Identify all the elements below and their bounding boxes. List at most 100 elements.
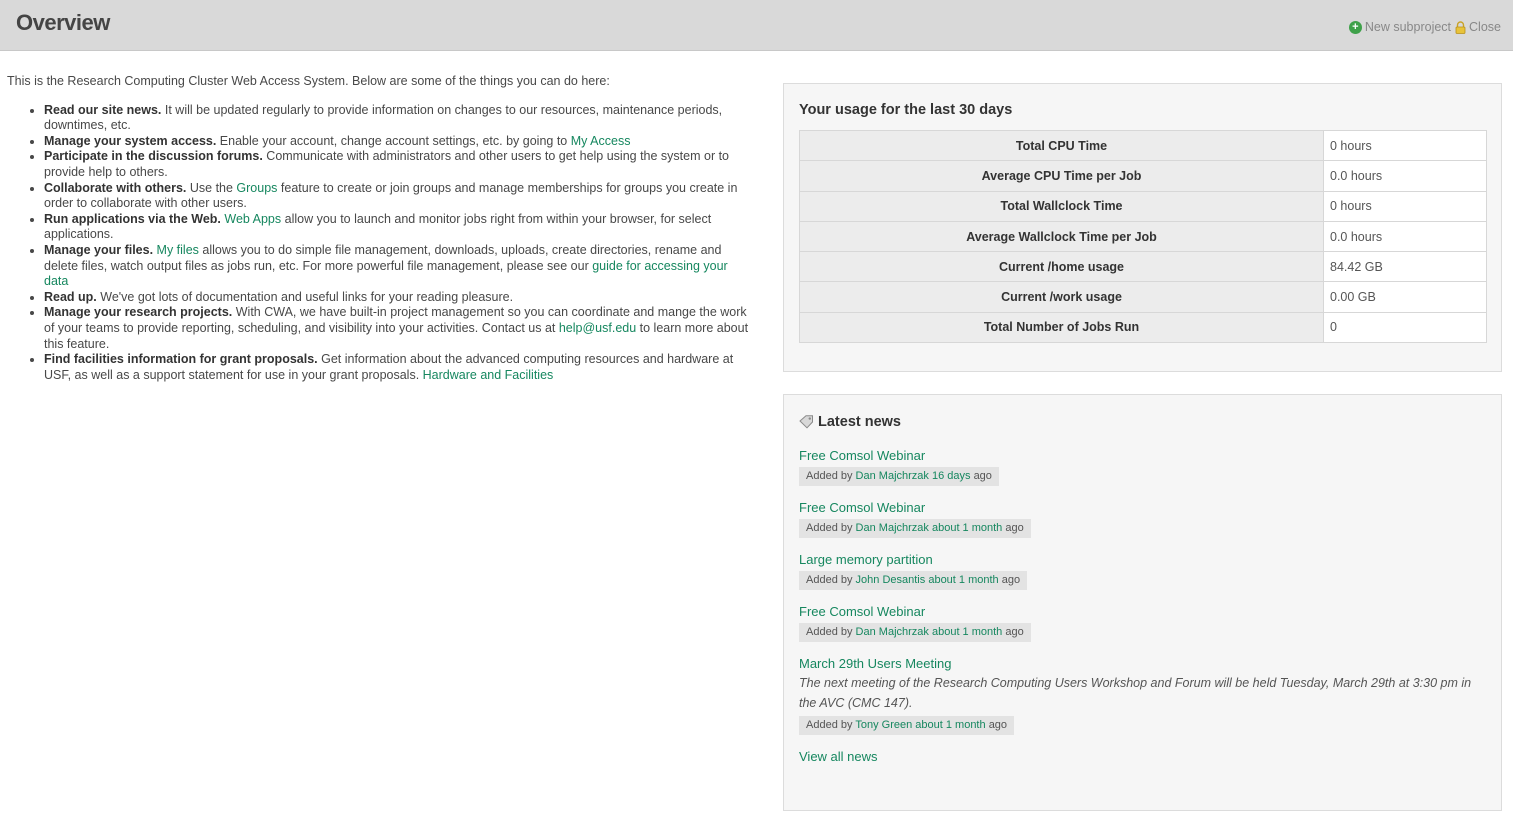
news-item-title[interactable]: Free Comsol Webinar [799, 603, 1489, 620]
table-row: Average Wallclock Time per Job 0.0 hours [799, 220, 1487, 253]
usage-label: Total CPU Time [799, 129, 1324, 162]
news-time-link[interactable]: 16 days [932, 470, 971, 482]
news-author-badge: Added by Tony Green about 1 month ago [799, 716, 1015, 735]
view-all-news-link[interactable]: View all news [799, 749, 1489, 764]
new-subproject-label: New subproject [1364, 20, 1452, 34]
table-row: Total Wallclock Time 0 hours [799, 190, 1487, 222]
lock-icon [1455, 20, 1466, 34]
feature-text: We've got lots of documentation and usef… [96, 289, 514, 304]
intro-text: This is the Research Computing Cluster W… [7, 74, 610, 88]
usage-label: Current /home usage [799, 251, 1324, 283]
table-row: Current /home usage 84.42 GB [799, 251, 1487, 283]
feature-item-web-apps: Run applications via the Web. Web Apps a… [44, 212, 752, 243]
author-link[interactable]: Dan Majchrzak [856, 626, 929, 638]
usage-value: 84.42 GB [1323, 251, 1487, 283]
help-email-link[interactable]: help@usf.edu [559, 321, 636, 335]
news-item-title[interactable]: Free Comsol Webinar [799, 499, 1489, 516]
feature-item-system-access: Manage your system access. Enable your a… [44, 134, 752, 150]
ago-label: ago [988, 719, 1008, 731]
header-actions: + New subproject Close [1348, 20, 1501, 34]
added-by-label: Added by [806, 470, 853, 482]
table-row: Current /work usage 0.00 GB [799, 281, 1487, 313]
added-by-label: Added by [806, 626, 853, 638]
tag-icon [799, 415, 813, 429]
feature-list: Read our site news. It will be updated r… [7, 103, 752, 384]
ago-label: ago [1001, 574, 1021, 586]
news-item-title[interactable]: Large memory partition [799, 551, 1489, 568]
my-access-link[interactable]: My Access [571, 134, 631, 148]
usage-value: 0.0 hours [1323, 220, 1487, 253]
list-item: Large memory partition Added by John Des… [799, 551, 1489, 590]
table-row: Total Number of Jobs Run 0 [799, 311, 1487, 344]
hardware-facilities-link[interactable]: Hardware and Facilities [423, 368, 554, 382]
usage-label: Total Wallclock Time [799, 190, 1324, 222]
web-apps-link[interactable]: Web Apps [224, 212, 281, 226]
new-subproject-link[interactable]: + New subproject [1348, 20, 1452, 34]
news-item-title[interactable]: Free Comsol Webinar [799, 447, 1489, 464]
added-by-label: Added by [806, 522, 853, 534]
author-link[interactable]: Tony Green [855, 719, 912, 731]
news-author-badge: Added by John Desantis about 1 month ago [799, 571, 1028, 590]
feature-heading: Run applications via the Web. [44, 211, 221, 226]
page-header: Overview + New subproject Close [0, 0, 1513, 51]
usage-title: Your usage for the last 30 days [799, 102, 1013, 118]
news-author-badge: Added by Dan Majchrzak about 1 month ago [799, 623, 1031, 642]
table-row: Total CPU Time 0 hours [799, 129, 1487, 162]
ago-label: ago [973, 470, 992, 482]
feature-heading: Manage your system access. [44, 133, 217, 148]
usage-panel: Your usage for the last 30 days Total CP… [783, 83, 1502, 372]
feature-heading: Find facilities information for grant pr… [44, 352, 318, 367]
my-files-link[interactable]: My files [157, 243, 199, 257]
table-row: Average CPU Time per Job 0.0 hours [799, 160, 1487, 192]
news-summary: The next meeting of the Research Computi… [799, 676, 1472, 710]
feature-heading: Participate in the discussion forums. [44, 149, 263, 164]
feature-item-read-up: Read up. We've got lots of documentation… [44, 290, 752, 306]
feature-item-forums: Participate in the discussion forums. Co… [44, 149, 752, 180]
news-time-link[interactable]: about 1 month [928, 574, 998, 586]
author-link[interactable]: Dan Majchrzak [856, 470, 929, 482]
intro-section: This is the Research Computing Cluster W… [7, 74, 752, 383]
author-link[interactable]: John Desantis [856, 574, 926, 586]
usage-value: 0.0 hours [1323, 160, 1487, 192]
list-item: Free Comsol Webinar Added by Dan Majchrz… [799, 603, 1489, 642]
author-link[interactable]: Dan Majchrzak [856, 522, 929, 534]
close-label: Close [1469, 20, 1501, 34]
feature-heading: Read up. [44, 289, 97, 304]
ago-label: ago [1005, 626, 1024, 638]
ago-label: ago [1005, 522, 1024, 534]
usage-value: 0 [1323, 311, 1487, 344]
close-link[interactable]: Close [1455, 20, 1501, 34]
added-by-label: Added by [806, 574, 853, 586]
feature-heading: Read our site news. [44, 102, 162, 117]
usage-label: Total Number of Jobs Run [799, 311, 1324, 344]
feature-heading: Manage your research projects. [44, 305, 233, 320]
feature-item-projects: Manage your research projects. With CWA,… [44, 305, 752, 352]
feature-item-files: Manage your files. My files allows you t… [44, 243, 752, 290]
usage-label: Average CPU Time per Job [799, 160, 1324, 192]
feature-item-site-news: Read our site news. It will be updated r… [44, 103, 752, 134]
feature-heading: Manage your files. [44, 242, 154, 257]
feature-item-collaborate: Collaborate with others. Use the Groups … [44, 181, 752, 212]
news-panel: Latest news Free Comsol Webinar Added by… [783, 394, 1502, 811]
plus-circle-icon: + [1348, 20, 1362, 34]
feature-item-facilities: Find facilities information for grant pr… [44, 352, 752, 383]
news-title: Latest news [818, 414, 901, 430]
groups-link[interactable]: Groups [236, 181, 277, 195]
list-item: Free Comsol Webinar Added by Dan Majchrz… [799, 499, 1489, 538]
news-author-badge: Added by Dan Majchrzak about 1 month ago [799, 519, 1031, 538]
news-item-title[interactable]: March 29th Users Meeting [799, 655, 1489, 672]
list-item: Free Comsol Webinar Added by Dan Majchrz… [799, 447, 1489, 486]
news-list: Free Comsol Webinar Added by Dan Majchrz… [799, 447, 1489, 764]
usage-value: 0 hours [1323, 190, 1487, 222]
news-time-link[interactable]: about 1 month [932, 626, 1002, 638]
feature-heading: Collaborate with others. [44, 180, 187, 195]
usage-value: 0.00 GB [1323, 281, 1487, 313]
added-by-label: Added by [806, 719, 853, 731]
news-time-link[interactable]: about 1 month [915, 719, 985, 731]
usage-label: Average Wallclock Time per Job [799, 220, 1324, 253]
usage-label: Current /work usage [799, 281, 1324, 313]
usage-table: Total CPU Time 0 hours Average CPU Time p… [799, 129, 1487, 344]
news-heading: Latest news [799, 414, 901, 430]
page-title: Overview [16, 10, 110, 35]
news-time-link[interactable]: about 1 month [932, 522, 1002, 534]
